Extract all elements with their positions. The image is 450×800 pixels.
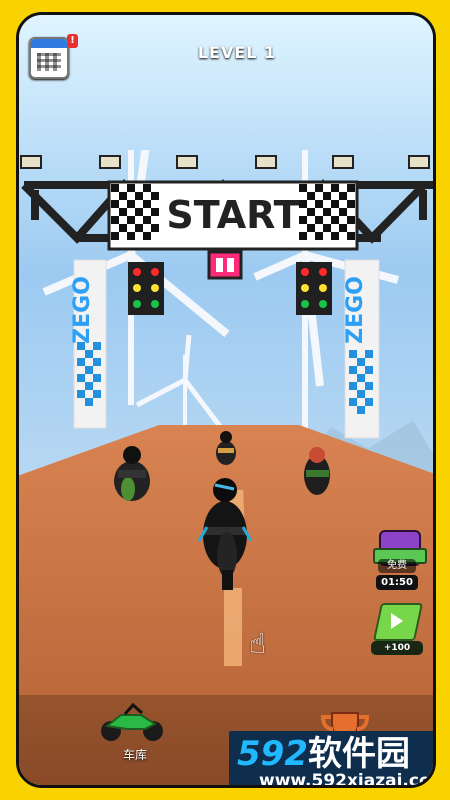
green-motorcycle-icon (101, 702, 163, 741)
garage-button[interactable]: 车库 (97, 701, 169, 769)
watermark-text: 软件园 (307, 734, 410, 774)
free-reward-button[interactable]: 免费 01:50 (371, 530, 427, 590)
watermark-title: 592软件园 (237, 734, 433, 774)
free-label: 免费 (378, 559, 416, 573)
rider-left (114, 446, 150, 501)
player-rider (197, 478, 253, 590)
site-watermark: 592软件园 www.592xiazai.com (229, 731, 436, 788)
calendar-days (37, 53, 61, 71)
play-icon (391, 613, 403, 629)
watermark-url: www.592xiazai.com (259, 771, 436, 788)
rider-right (304, 447, 330, 495)
calendar-icon[interactable] (29, 37, 69, 79)
video-reward-amount: +100 (371, 641, 423, 655)
reward-timer: 01:50 (376, 575, 418, 590)
notification-badge: ! (67, 34, 78, 48)
level-title: LEVEL 1 (197, 43, 277, 62)
video-reward-button[interactable]: +100 (371, 603, 424, 655)
hand-pointer-icon: ☝ (249, 627, 267, 660)
watermark-number: 592 (237, 734, 308, 774)
garage-label: 车库 (122, 748, 147, 762)
rider-center-back (216, 431, 236, 465)
riders-layer (114, 431, 330, 590)
yellow-app-frame: START ZEGO ZEGO LEVEL 1 ! 免费 01:50 +100 … (0, 0, 450, 800)
game-screen: START ZEGO ZEGO LEVEL 1 ! 免费 01:50 +100 … (16, 12, 436, 788)
